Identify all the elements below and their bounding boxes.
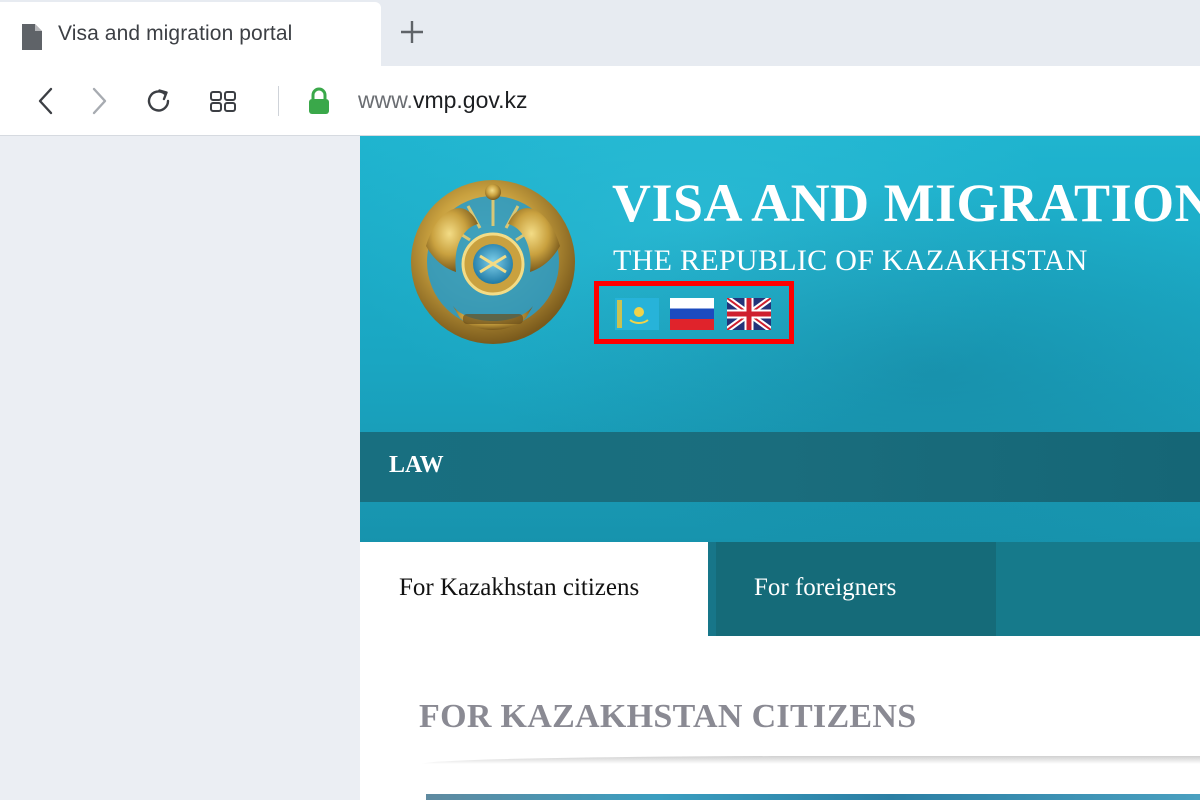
browser-tab-bar: Visa and migration portal [0,0,1200,66]
toolbar-separator [278,86,279,116]
section-divider [422,756,1200,764]
kazakhstan-flag-icon[interactable] [615,298,659,330]
site-title: VISA AND MIGRATION [612,173,1200,233]
main-navigation: LAW [360,432,1200,502]
tab-foreigners-label: For foreigners [754,574,897,601]
language-switcher-highlight [594,281,794,344]
site-page: VISA AND MIGRATION THE REPUBLIC OF KAZAK… [360,136,1200,800]
document-icon [22,24,42,50]
content-image-top-edge [426,794,1200,800]
reload-icon[interactable] [144,86,174,116]
section-heading: FOR KAZAKHSTAN CITIZENS [419,698,917,735]
browser-tab-title: Visa and migration portal [58,22,293,45]
tab-kazakhstan-citizens[interactable]: For Kazakhstan citizens [360,542,708,636]
address-bar[interactable]: www.vmp.gov.kz [358,87,528,114]
tabs-row-filler [996,542,1200,636]
chevron-right-icon[interactable] [84,86,114,116]
browser-tab[interactable]: Visa and migration portal [0,2,381,66]
russia-flag-icon[interactable] [670,298,714,330]
tab-foreigners[interactable]: For foreigners [716,542,996,636]
browser-toolbar: www.vmp.gov.kz [0,66,1200,136]
lock-icon [309,87,329,114]
url-prefix: www. [358,87,413,113]
nav-item-law[interactable]: LAW [389,452,444,479]
site-subtitle: THE REPUBLIC OF KAZAKHSTAN [613,244,1088,277]
uk-flag-icon[interactable] [727,298,771,330]
site-header-banner: VISA AND MIGRATION THE REPUBLIC OF KAZAK… [360,136,1200,542]
tab-kazakhstan-citizens-label: For Kazakhstan citizens [399,574,640,601]
kazakhstan-emblem-icon [411,180,575,344]
main-content: FOR KAZAKHSTAN CITIZENS [360,636,1200,800]
grid-icon[interactable] [208,86,238,116]
audience-tabs: For Kazakhstan citizens For foreigners [360,542,1200,636]
plus-icon[interactable] [396,16,428,48]
chevron-left-icon[interactable] [32,86,62,116]
url-host: vmp.gov.kz [412,87,528,113]
page-left-background [0,136,360,800]
